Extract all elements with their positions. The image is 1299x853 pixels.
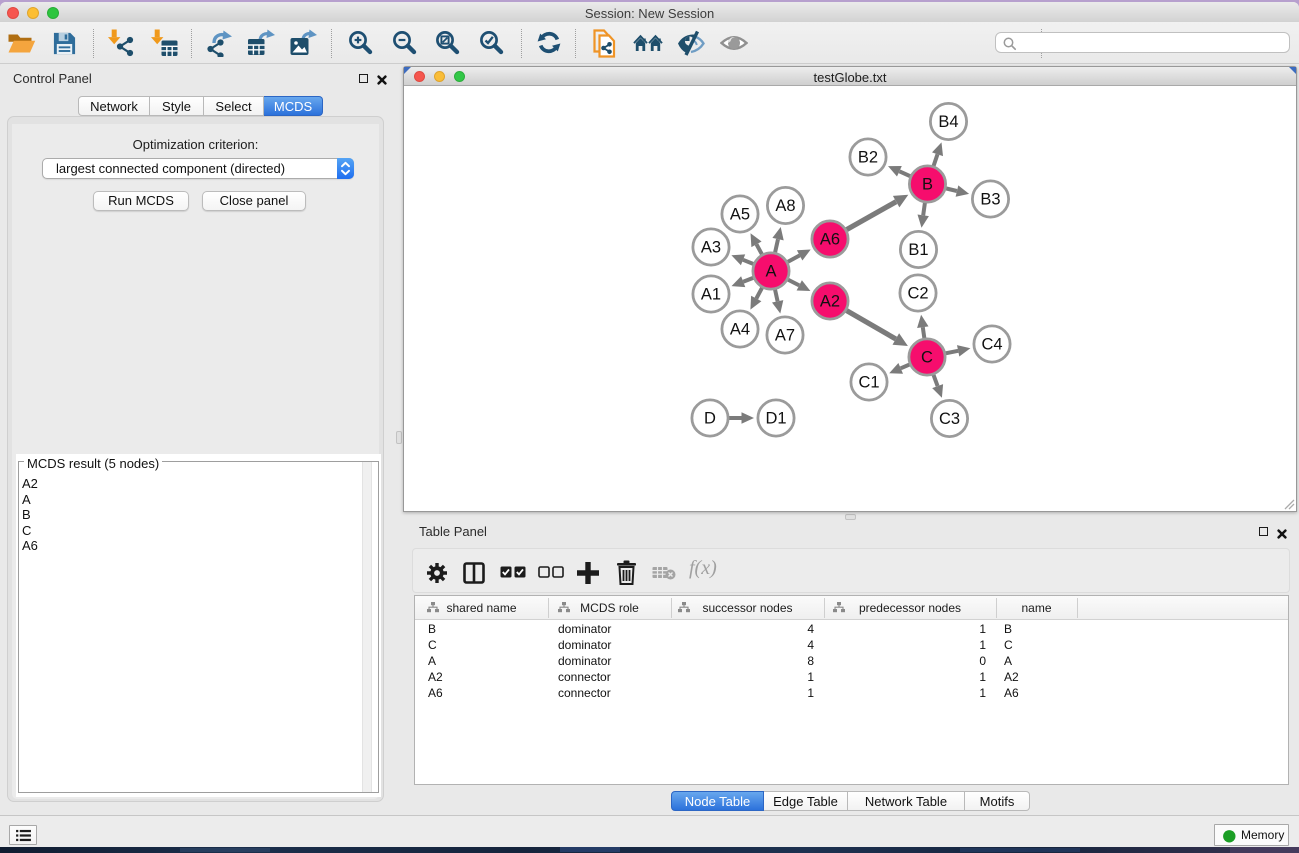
svg-text:A5: A5: [730, 206, 750, 224]
svg-text:C3: C3: [939, 410, 960, 428]
svg-text:B1: B1: [908, 241, 928, 259]
svg-text:A2: A2: [820, 293, 840, 311]
svg-text:A6: A6: [820, 231, 840, 249]
svg-text:C: C: [921, 349, 933, 367]
svg-text:D: D: [704, 410, 716, 428]
svg-text:B3: B3: [980, 191, 1000, 209]
svg-text:B: B: [922, 176, 933, 194]
svg-text:A1: A1: [701, 286, 721, 304]
svg-text:A8: A8: [775, 197, 795, 215]
svg-text:D1: D1: [765, 410, 786, 428]
svg-text:A4: A4: [730, 321, 750, 339]
svg-text:C1: C1: [858, 374, 879, 392]
svg-text:C2: C2: [907, 285, 928, 303]
svg-text:A: A: [765, 263, 776, 281]
svg-text:B4: B4: [938, 113, 958, 131]
svg-text:A7: A7: [775, 327, 795, 345]
svg-text:A3: A3: [701, 239, 721, 257]
svg-text:C4: C4: [981, 336, 1002, 354]
svg-text:B2: B2: [858, 149, 878, 167]
